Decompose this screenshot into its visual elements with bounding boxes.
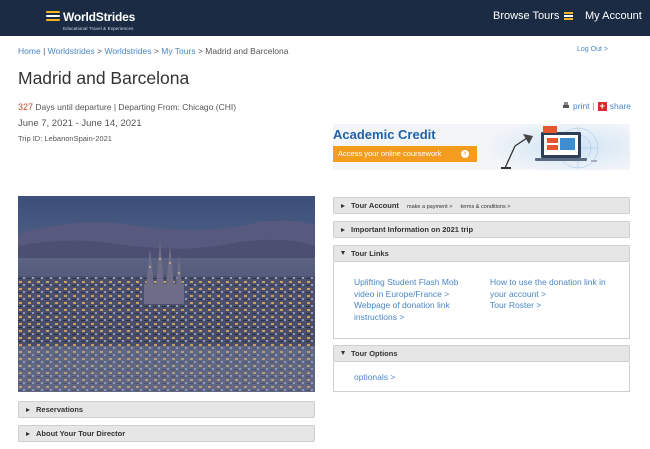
academic-credit-title: Academic Credit [333,127,436,142]
logo-tagline: Educational Travel & Experiences [63,26,134,31]
menu-icon [564,12,574,20]
days-label: Days until departure [35,102,112,112]
tour-director-panel[interactable]: About Your Tour Director [18,425,315,442]
tour-options-panel[interactable]: Tour Options [333,345,630,362]
access-coursework-label: Access your online coursework [338,149,442,158]
optionals-link[interactable]: optionals > [354,372,395,382]
browse-tours-button[interactable]: Browse Tours [493,10,574,22]
tour-links-column-right: How to use the donation link in your acc… [490,277,606,312]
trip-dates: June 7, 2021 - June 14, 2021 [18,118,142,129]
donation-instructions-link[interactable]: Webpage of donation link instructions > [354,300,458,323]
tour-options-content: optionals > [333,362,630,392]
worldstrides-logo[interactable]: WorldStrides Educational Travel & Experi… [46,8,135,32]
print-share-actions: print | + share [562,101,631,111]
link-line: Uplifting Student Flash Mob [354,277,459,287]
departure-info: 327 Days until departure | Departing Fro… [18,102,236,112]
departing-from: | Departing From: Chicago (CHI) [113,102,237,112]
link-line: How to use the donation link in [490,277,606,287]
breadcrumb-separator: | [43,46,46,56]
expand-arrow-icon [341,204,345,208]
share-plus-icon[interactable]: + [597,101,607,111]
tour-links-label: Tour Links [351,249,389,258]
tour-options-label: Tour Options [351,349,398,358]
expand-arrow-icon [26,432,30,436]
my-account-link[interactable]: My Account [585,10,642,22]
logo-mark-icon [46,11,60,23]
tour-links-content: Uplifting Student Flash Mob video in Eur… [333,262,630,339]
access-coursework-button[interactable]: Access your online coursework › [333,146,477,162]
breadcrumb-home[interactable]: Home [18,46,41,56]
breadcrumb-worldstrides[interactable]: Worldstrides [104,46,151,56]
collapse-arrow-icon [341,351,345,355]
reservations-label: Reservations [36,405,84,414]
donation-howto-link[interactable]: How to use the donation link in your acc… [490,277,606,300]
breadcrumb-separator: > [97,46,103,56]
barcelona-city-photo [18,196,315,392]
expand-arrow-icon [341,228,345,232]
reservations-panel[interactable]: Reservations [18,401,315,418]
important-info-label: Important Information on 2021 trip [351,225,474,234]
collapse-arrow-icon [341,251,345,255]
link-line: instructions > [354,311,405,322]
log-out-link[interactable]: Log Out > [577,46,608,53]
arrow-right-icon: › [461,150,469,158]
expand-arrow-icon [26,408,30,412]
breadcrumb-current: Madrid and Barcelona [205,46,289,56]
tour-links-panel[interactable]: Tour Links [333,245,630,262]
flash-mob-video-link[interactable]: Uplifting Student Flash Mob video in Eur… [354,277,458,300]
page-title: Madrid and Barcelona [18,68,190,88]
important-info-panel[interactable]: Important Information on 2021 trip [333,221,630,238]
tour-roster-link[interactable]: Tour Roster > [490,300,606,312]
laptop-illustration [483,124,630,170]
academic-credit-banner[interactable]: Academic Credit Access your online cours… [333,124,630,170]
breadcrumb-my-tours[interactable]: My Tours [161,46,195,56]
tour-account-panel[interactable]: Tour Account make a payment > terms & co… [333,197,630,214]
link-line: video in Europe/France > [354,288,450,299]
logo-text: WorldStrides [63,10,136,24]
breadcrumb-separator: > [197,46,203,56]
action-separator: | [592,101,595,111]
browse-tours-label: Browse Tours [493,10,560,22]
tour-director-label: About Your Tour Director [36,429,126,438]
trip-id: Trip ID: LebanonSpain-2021 [18,134,112,143]
make-payment-link[interactable]: make a payment > [407,204,452,210]
printer-icon[interactable] [562,102,570,110]
days-count: 327 [18,102,34,112]
link-line: Webpage of donation link [354,300,450,310]
breadcrumb-worldstrides[interactable]: Worldstrides [48,46,95,56]
top-navigation-bar: WorldStrides Educational Travel & Experi… [0,0,650,36]
terms-conditions-link[interactable]: terms & conditions > [461,204,511,210]
print-link[interactable]: print [573,101,590,111]
share-link[interactable]: share [610,101,631,111]
breadcrumb: Home | Worldstrides > Worldstrides > My … [18,46,288,56]
tour-account-label: Tour Account [351,201,399,210]
breadcrumb-separator: > [153,46,159,56]
tour-links-column-left: Uplifting Student Flash Mob video in Eur… [354,277,458,323]
link-line: your account > [490,288,546,299]
